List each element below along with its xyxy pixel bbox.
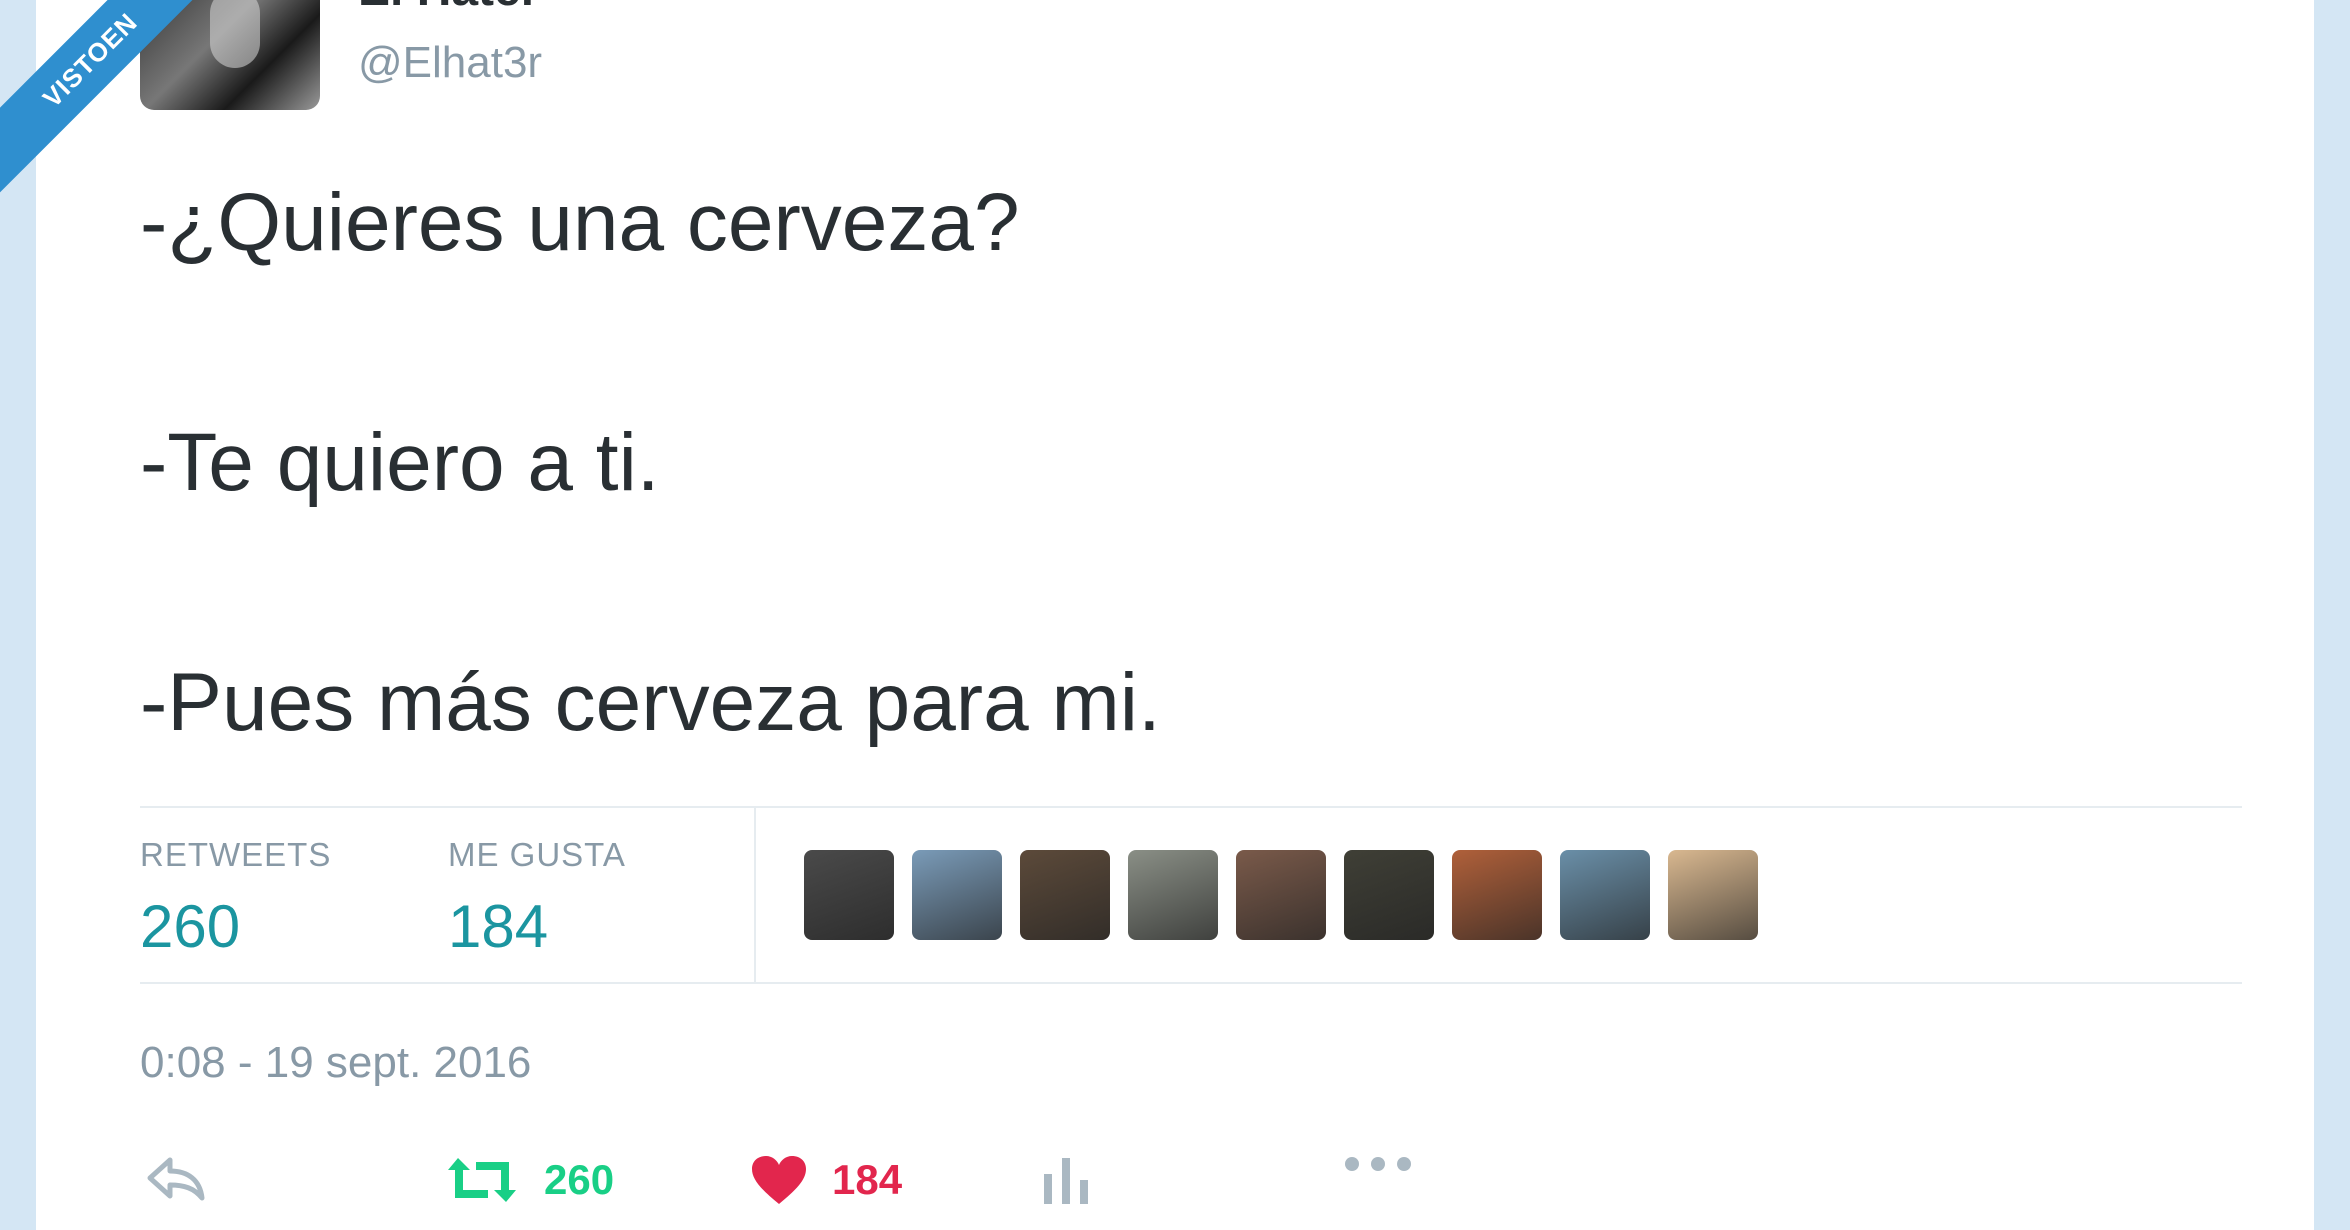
tweet-card: El Hater @Elhat3r -¿Quieres una cerveza?…	[36, 0, 2314, 1230]
more-icon	[1342, 1154, 1414, 1174]
liker-avatar[interactable]	[1560, 850, 1650, 940]
retweet-count: 260	[544, 1156, 615, 1203]
author-handle[interactable]: @Elhat3r	[358, 38, 542, 88]
heart-icon	[750, 1154, 808, 1206]
liker-avatar[interactable]	[804, 850, 894, 940]
likes-value: 184	[448, 893, 549, 960]
likes-stat[interactable]: ME GUSTA 184	[448, 836, 626, 961]
liker-avatars	[804, 850, 1758, 940]
retweets-label: RETWEETS	[140, 836, 332, 873]
retweet-button[interactable]: 260	[444, 1154, 614, 1206]
retweets-value: 260	[140, 893, 241, 960]
more-button[interactable]	[1342, 1154, 1414, 1174]
analytics-button[interactable]	[1040, 1154, 1094, 1206]
author-name[interactable]: El Hater	[358, 0, 539, 17]
liker-avatar[interactable]	[1452, 850, 1542, 940]
reply-icon	[144, 1154, 208, 1202]
liker-avatar[interactable]	[1344, 850, 1434, 940]
divider	[140, 806, 2242, 808]
tweet-text: -¿Quieres una cerveza? -Te quiero a ti. …	[140, 182, 1161, 902]
tweet-timestamp[interactable]: 0:08 - 19 sept. 2016	[140, 1038, 531, 1088]
likes-label: ME GUSTA	[448, 836, 626, 873]
like-count: 184	[832, 1156, 903, 1203]
divider	[140, 982, 2242, 984]
retweet-icon	[444, 1154, 520, 1206]
liker-avatar[interactable]	[1236, 850, 1326, 940]
analytics-icon	[1040, 1154, 1094, 1206]
tweet-line: -¿Quieres una cerveza?	[140, 177, 1020, 268]
retweets-stat[interactable]: RETWEETS 260	[140, 836, 331, 961]
tweet-line: -Te quiero a ti.	[140, 417, 660, 508]
stats-separator	[754, 808, 756, 982]
liker-avatar[interactable]	[1128, 850, 1218, 940]
like-button[interactable]: 184	[750, 1154, 902, 1206]
liker-avatar[interactable]	[912, 850, 1002, 940]
liker-avatar[interactable]	[1668, 850, 1758, 940]
liker-avatar[interactable]	[1020, 850, 1110, 940]
reply-button[interactable]	[144, 1154, 208, 1202]
